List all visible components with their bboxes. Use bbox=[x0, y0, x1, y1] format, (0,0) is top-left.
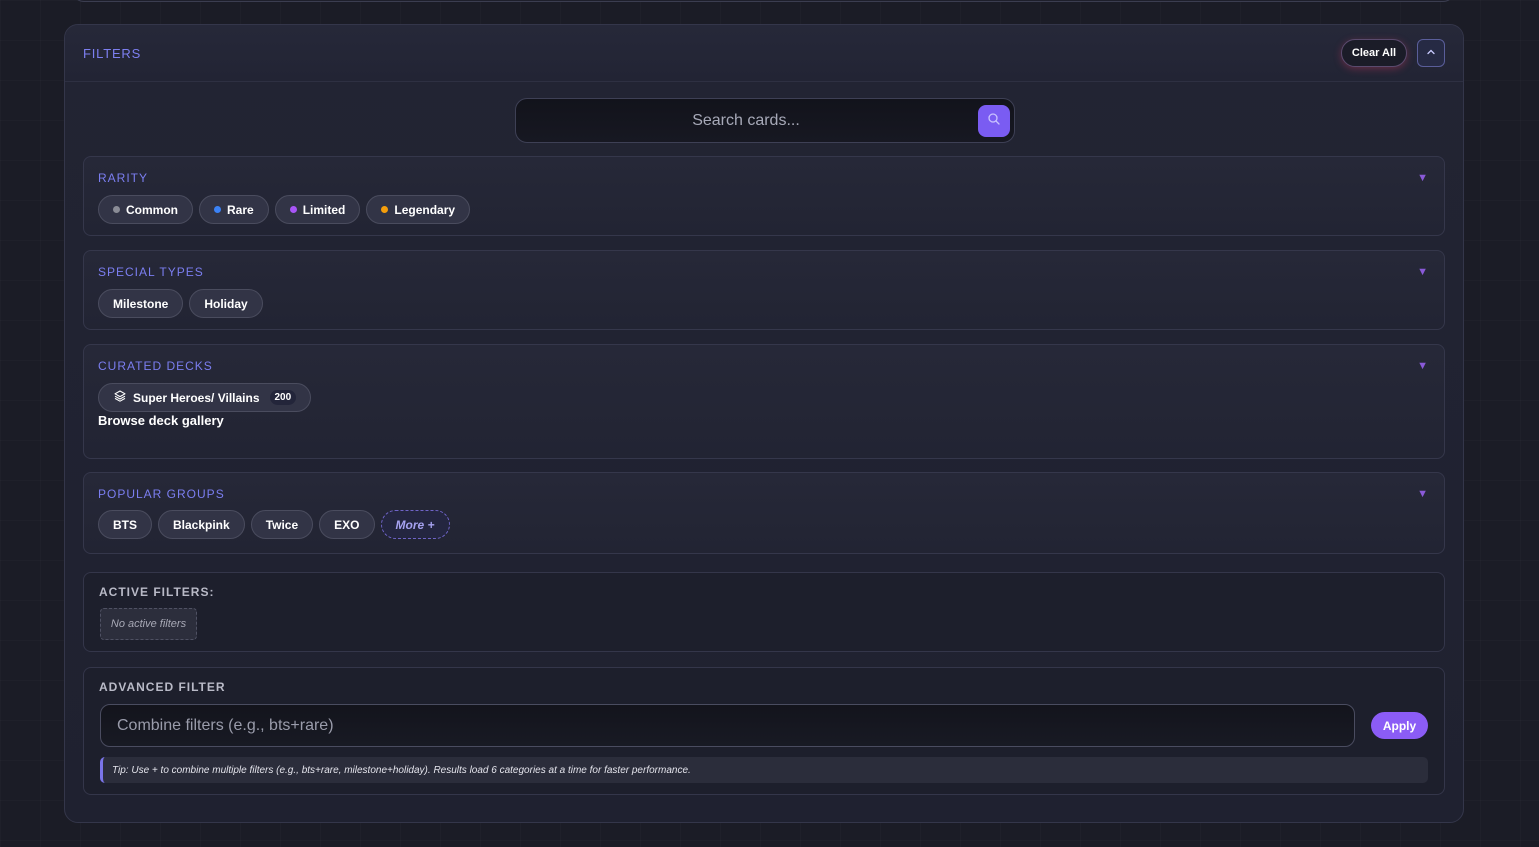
more-groups-button[interactable]: More + bbox=[380, 510, 450, 539]
rarity-section: RARITY ▼ Common Rare Limited Legendary bbox=[83, 156, 1445, 236]
special-types-chips: Milestone Holiday bbox=[98, 289, 263, 318]
rarity-chip-limited[interactable]: Limited bbox=[274, 195, 361, 224]
filters-panel: FILTERS Clear All RARITY ▼ Common Rare bbox=[64, 24, 1464, 823]
filters-header: FILTERS Clear All bbox=[65, 25, 1463, 82]
curated-decks-toggle-icon[interactable]: ▼ bbox=[1417, 360, 1428, 372]
chip-label: Rare bbox=[227, 202, 254, 217]
rarity-toggle-icon[interactable]: ▼ bbox=[1417, 172, 1428, 184]
group-chip-exo[interactable]: EXO bbox=[319, 510, 375, 539]
advanced-filter-tip: Tip: Use + to combine multiple filters (… bbox=[100, 757, 1428, 783]
special-chip-holiday[interactable]: Holiday bbox=[189, 289, 263, 318]
common-dot-icon bbox=[113, 206, 120, 213]
search-input[interactable] bbox=[516, 99, 976, 142]
curated-decks-title: CURATED DECKS bbox=[98, 359, 213, 373]
advanced-filter-input[interactable] bbox=[100, 704, 1355, 747]
search-button[interactable] bbox=[978, 105, 1010, 137]
clear-all-button[interactable]: Clear All bbox=[1341, 39, 1407, 67]
special-types-toggle-icon[interactable]: ▼ bbox=[1417, 266, 1428, 278]
popular-groups-title: POPULAR GROUPS bbox=[98, 487, 225, 501]
no-active-filters-placeholder: No active filters bbox=[100, 608, 197, 640]
filters-title: FILTERS bbox=[83, 46, 142, 61]
special-types-title: SPECIAL TYPES bbox=[98, 265, 204, 279]
legendary-dot-icon bbox=[381, 206, 389, 213]
apply-button[interactable]: Apply bbox=[1371, 712, 1428, 739]
group-chips: BTS Blackpink Twice EXO More + bbox=[98, 510, 450, 539]
rare-dot-icon bbox=[214, 206, 221, 213]
previous-panel-edge bbox=[72, 0, 1455, 2]
deck-chips: Super Heroes/ Villains 200 bbox=[98, 383, 312, 412]
special-chip-milestone[interactable]: Milestone bbox=[98, 289, 184, 318]
chip-label: Common bbox=[126, 202, 178, 217]
chevron-up-icon bbox=[1426, 44, 1436, 62]
rarity-chips: Common Rare Limited Legendary bbox=[98, 195, 471, 224]
search-icon bbox=[987, 112, 1001, 131]
search-bar bbox=[515, 98, 1015, 143]
group-chip-bts[interactable]: BTS bbox=[98, 510, 152, 539]
curated-decks-section: CURATED DECKS ▼ Super Heroes/ Villains 2… bbox=[83, 344, 1445, 459]
browse-deck-gallery-link[interactable]: Browse deck gallery bbox=[98, 413, 224, 428]
layers-icon bbox=[113, 389, 127, 406]
active-filters-title: ACTIVE FILTERS: bbox=[99, 585, 215, 599]
advanced-filter-section: ADVANCED FILTER Apply Tip: Use + to comb… bbox=[83, 667, 1445, 795]
rarity-title: RARITY bbox=[98, 171, 149, 185]
advanced-filter-title: ADVANCED FILTER bbox=[99, 680, 226, 694]
chip-label: Limited bbox=[302, 202, 346, 217]
deck-count-badge: 200 bbox=[269, 390, 297, 405]
limited-dot-icon bbox=[289, 206, 297, 213]
rarity-chip-common[interactable]: Common bbox=[98, 195, 193, 224]
popular-groups-toggle-icon[interactable]: ▼ bbox=[1417, 488, 1428, 500]
special-types-section: SPECIAL TYPES ▼ Milestone Holiday bbox=[83, 250, 1445, 330]
collapse-filters-button[interactable] bbox=[1417, 39, 1445, 67]
chip-label: Legendary bbox=[394, 202, 456, 217]
rarity-chip-rare[interactable]: Rare bbox=[199, 195, 269, 224]
active-filters-section: ACTIVE FILTERS: No active filters bbox=[83, 572, 1445, 652]
popular-groups-section: POPULAR GROUPS ▼ BTS Blackpink Twice EXO… bbox=[83, 472, 1445, 554]
deck-chip-super-heroes[interactable]: Super Heroes/ Villains 200 bbox=[98, 383, 312, 412]
group-chip-twice[interactable]: Twice bbox=[250, 510, 314, 539]
deck-label: Super Heroes/ Villains bbox=[133, 390, 260, 405]
rarity-chip-legendary[interactable]: Legendary bbox=[366, 195, 471, 224]
group-chip-blackpink[interactable]: Blackpink bbox=[158, 510, 245, 539]
